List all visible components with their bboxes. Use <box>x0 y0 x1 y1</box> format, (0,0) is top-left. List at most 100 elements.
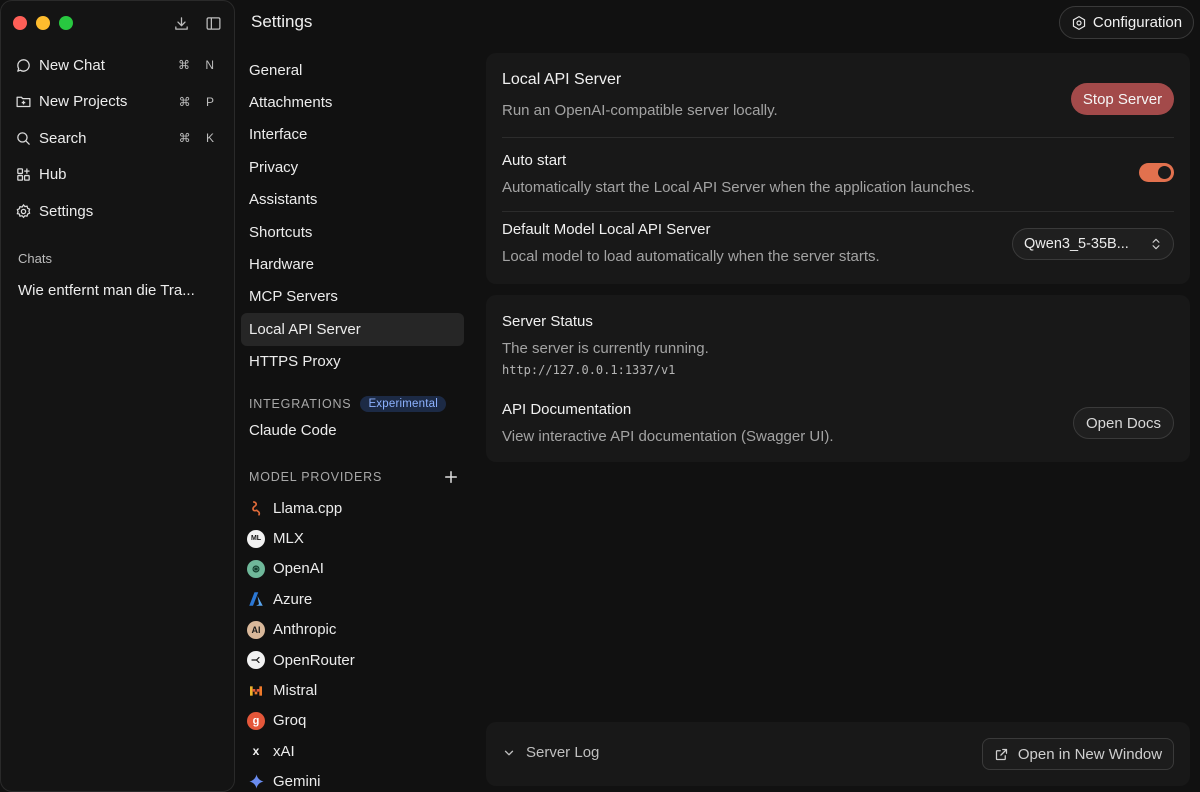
auto-start-title: Auto start <box>502 152 567 169</box>
sidebar-toggle-icon[interactable] <box>204 14 222 32</box>
groq-icon: g <box>247 711 265 730</box>
provider-mlx[interactable]: ML MLX <box>247 523 355 553</box>
toggle-knob <box>1158 166 1171 179</box>
provider-anthropic[interactable]: AI Anthropic <box>247 615 355 645</box>
provider-name: OpenRouter <box>273 651 355 669</box>
configuration-label: Configuration <box>1092 14 1183 31</box>
gemini-icon <box>247 773 265 791</box>
auto-start-description: Automatically start the Local API Server… <box>502 179 975 196</box>
shortcut-hint: ⌘ N <box>178 58 220 73</box>
provider-llama-cpp[interactable]: Llama.cpp <box>247 493 355 523</box>
provider-xai[interactable]: x xAI <box>247 736 355 766</box>
sidebar-nav: New Chat ⌘ N New Projects ⌘ P Search ⌘ K… <box>7 47 228 230</box>
menu-item-hardware[interactable]: Hardware <box>241 248 464 280</box>
sidebar-item-new-chat[interactable]: New Chat ⌘ N <box>7 47 228 84</box>
menu-item-local-api-server[interactable]: Local API Server <box>241 313 464 346</box>
sidebar-item-hub[interactable]: Hub <box>7 157 228 194</box>
external-link-icon <box>995 748 1007 760</box>
provider-name: Groq <box>273 712 307 730</box>
api-docs-description: View interactive API documentation (Swag… <box>502 428 834 445</box>
sidebar: New Chat ⌘ N New Projects ⌘ P Search ⌘ K… <box>0 0 235 792</box>
default-model-select[interactable]: Qwen3_5-35B... <box>1012 228 1174 260</box>
page-title: Settings <box>251 12 313 31</box>
experimental-badge: Experimental <box>360 396 446 412</box>
window-controls <box>13 16 73 30</box>
menu-item-claude-code[interactable]: Claude Code <box>249 422 337 439</box>
chevron-updown-icon <box>1152 238 1160 250</box>
local-api-server-card: Local API Server Run an OpenAI-compatibl… <box>486 53 1190 284</box>
azure-icon <box>247 590 265 608</box>
model-providers-label: MODEL PROVIDERS <box>249 470 383 484</box>
local-api-description: Run an OpenAI-compatible server locally. <box>502 102 778 119</box>
open-in-new-window-label: Open in New Window <box>1017 745 1163 763</box>
menu-item-shortcuts[interactable]: Shortcuts <box>241 216 464 248</box>
openrouter-icon <box>247 651 265 670</box>
menu-item-interface[interactable]: Interface <box>241 119 464 151</box>
provider-groq[interactable]: g Groq <box>247 706 355 736</box>
close-window-button[interactable] <box>13 16 27 30</box>
open-docs-button[interactable]: Open Docs <box>1073 407 1174 439</box>
divider <box>502 137 1174 138</box>
server-log-toggle[interactable]: Server Log <box>502 744 599 761</box>
minimize-window-button[interactable] <box>36 16 50 30</box>
provider-openai[interactable]: OpenAI <box>247 554 355 584</box>
hexagon-gear-icon <box>1072 15 1086 30</box>
provider-mistral[interactable]: Mistral <box>247 675 355 705</box>
llama-icon <box>247 499 265 517</box>
menu-item-mcp-servers[interactable]: MCP Servers <box>241 281 464 313</box>
api-docs-title: API Documentation <box>502 401 632 418</box>
provider-azure[interactable]: Azure <box>247 584 355 614</box>
open-in-new-window-button[interactable]: Open in New Window <box>982 738 1174 770</box>
server-log-card: Server Log Open in New Window <box>486 722 1190 786</box>
menu-item-https-proxy[interactable]: HTTPS Proxy <box>241 346 464 378</box>
menu-item-attachments[interactable]: Attachments <box>241 86 464 118</box>
sidebar-item-new-projects[interactable]: New Projects ⌘ P <box>7 84 228 121</box>
sidebar-item-label: Search <box>39 129 87 147</box>
sidebar-item-settings[interactable]: Settings <box>7 193 228 230</box>
server-url: http://127.0.0.1:1337/v1 <box>502 363 676 377</box>
openai-icon <box>247 559 265 578</box>
provider-name: Mistral <box>273 682 318 700</box>
provider-gemini[interactable]: Gemini <box>247 767 355 792</box>
shortcut-hint: ⌘ P <box>178 94 220 109</box>
anthropic-icon: AI <box>247 620 265 639</box>
search-icon <box>17 131 30 145</box>
download-icon[interactable] <box>172 14 190 32</box>
provider-list: Llama.cpp ML MLX OpenAI Azure AI Anthrop… <box>247 493 355 792</box>
chat-list-item[interactable]: Wie entfernt man die Tra... <box>18 282 218 299</box>
gear-icon <box>16 203 31 219</box>
auto-start-toggle[interactable] <box>1139 163 1174 182</box>
integrations-label: INTEGRATIONS <box>249 397 352 411</box>
sidebar-item-label: Settings <box>39 202 94 220</box>
maximize-window-button[interactable] <box>59 16 73 30</box>
menu-item-general[interactable]: General <box>241 54 464 86</box>
folder-plus-icon <box>16 96 31 108</box>
add-provider-icon[interactable] <box>442 468 460 486</box>
settings-menu: General Attachments Interface Privacy As… <box>241 54 464 378</box>
provider-name: xAI <box>273 742 295 760</box>
provider-name: OpenAI <box>273 560 324 578</box>
provider-name: MLX <box>273 530 304 548</box>
grid-plus-icon <box>17 168 30 182</box>
menu-item-assistants[interactable]: Assistants <box>241 184 464 216</box>
server-log-label: Server Log <box>526 744 600 761</box>
sidebar-item-search[interactable]: Search ⌘ K <box>7 120 228 157</box>
provider-name: Gemini <box>273 773 321 791</box>
xai-icon: x <box>252 744 260 759</box>
chats-section-label: Chats <box>18 251 52 266</box>
configuration-button[interactable]: Configuration <box>1059 6 1194 39</box>
provider-name: Azure <box>273 590 313 608</box>
menu-item-privacy[interactable]: Privacy <box>241 151 464 183</box>
app-window: New Chat ⌘ N New Projects ⌘ P Search ⌘ K… <box>0 0 1200 792</box>
chevron-down-icon <box>504 750 514 755</box>
sidebar-item-label: New Projects <box>39 93 128 111</box>
default-model-title: Default Model Local API Server <box>502 221 711 238</box>
default-model-description: Local model to load automatically when t… <box>502 248 880 265</box>
provider-name: Anthropic <box>273 621 337 639</box>
server-status-description: The server is currently running. <box>502 340 709 357</box>
sidebar-item-label: New Chat <box>39 56 105 74</box>
shortcut-hint: ⌘ K <box>178 131 220 146</box>
provider-openrouter[interactable]: OpenRouter <box>247 645 355 675</box>
divider <box>502 211 1174 212</box>
stop-server-button[interactable]: Stop Server <box>1071 83 1174 115</box>
